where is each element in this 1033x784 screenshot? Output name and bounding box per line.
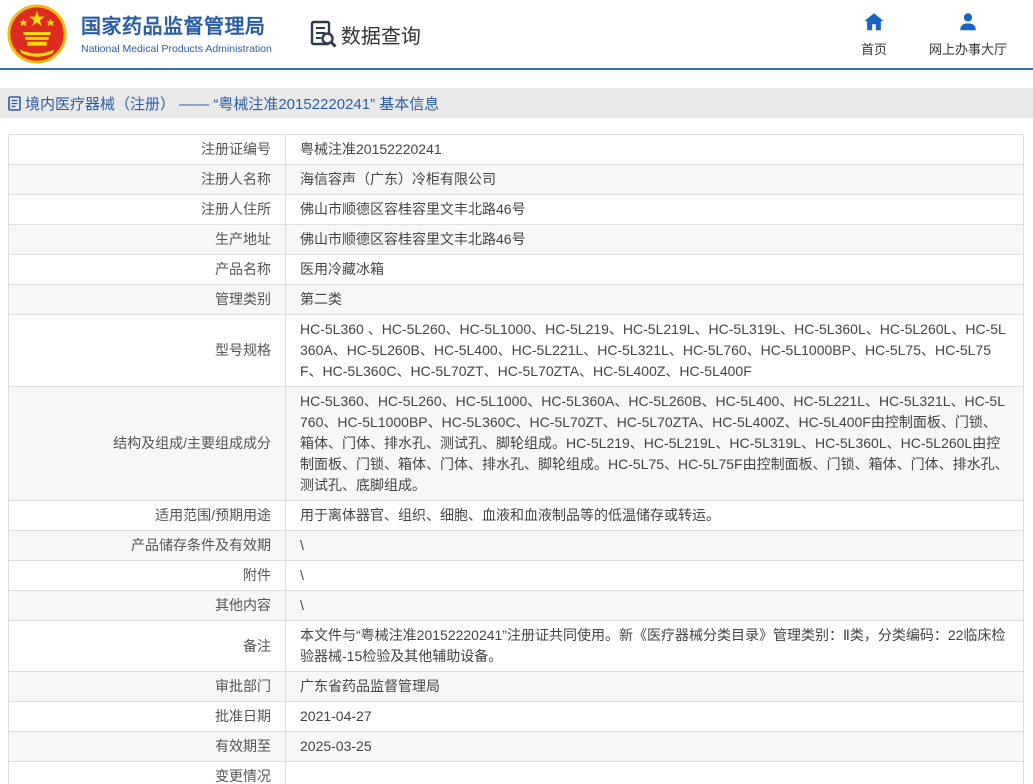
- breadcrumb-bar: 境内医疗器械（注册） —— “粤械注准20152220241” 基本信息: [0, 88, 1033, 118]
- row-label: 批准日期: [9, 702, 286, 732]
- table-row: 变更情况: [9, 762, 1024, 784]
- row-value: HC-5L360 、HC-5L260、HC-5L1000、HC-5L219、HC…: [286, 315, 1024, 387]
- site-logo[interactable]: 国家药品监督管理局 National Medical Products Admi…: [6, 3, 272, 65]
- row-value: \: [286, 531, 1024, 561]
- table-row: 附件\: [9, 561, 1024, 591]
- table-row: 注册人名称海信容声（广东）冷柜有限公司: [9, 165, 1024, 195]
- row-value: 海信容声（广东）冷柜有限公司: [286, 165, 1024, 195]
- document-search-icon: [310, 20, 337, 48]
- site-header: 国家药品监督管理局 National Medical Products Admi…: [0, 0, 1033, 70]
- row-label: 其他内容: [9, 591, 286, 621]
- table-row: 生产地址佛山市顺德区容桂容里文丰北路46号: [9, 225, 1024, 255]
- table-row: 备注本文件与“粤械注准20152220241”注册证共同使用。新《医疗器械分类目…: [9, 621, 1024, 672]
- row-value: \: [286, 561, 1024, 591]
- nav-item-home[interactable]: 首页: [861, 11, 887, 58]
- row-value: HC-5L360、HC-5L260、HC-5L1000、HC-5L360A、HC…: [286, 387, 1024, 501]
- row-value: 佛山市顺德区容桂容里文丰北路46号: [286, 195, 1024, 225]
- data-query-label: 数据查询: [341, 20, 421, 49]
- table-row: 批准日期2021-04-27: [9, 702, 1024, 732]
- nav-service-hall-label: 网上办事大厅: [929, 39, 1007, 58]
- brand-text: 国家药品监督管理局 National Medical Products Admi…: [81, 14, 272, 55]
- row-label: 附件: [9, 561, 286, 591]
- row-value: 2021-04-27: [286, 702, 1024, 732]
- table-row: 有效期至2025-03-25: [9, 732, 1024, 762]
- row-label: 备注: [9, 621, 286, 672]
- row-value: \: [286, 591, 1024, 621]
- row-label: 结构及组成/主要组成成分: [9, 387, 286, 501]
- row-value: 广东省药品监督管理局: [286, 672, 1024, 702]
- page-title: 境内医疗器械（注册） —— “粤械注准20152220241” 基本信息: [25, 93, 439, 114]
- row-value: 第二类: [286, 285, 1024, 315]
- row-label: 适用范围/预期用途: [9, 501, 286, 531]
- row-value: 粤械注准20152220241: [286, 135, 1024, 165]
- person-icon: [957, 11, 979, 33]
- row-label: 变更情况: [9, 762, 286, 784]
- national-emblem-icon: [6, 3, 68, 65]
- row-label: 有效期至: [9, 732, 286, 762]
- nav-home-label: 首页: [861, 39, 887, 58]
- row-label: 注册证编号: [9, 135, 286, 165]
- site-subtitle: National Medical Products Administration: [81, 43, 272, 55]
- row-label: 注册人名称: [9, 165, 286, 195]
- table-row: 管理类别第二类: [9, 285, 1024, 315]
- row-label: 管理类别: [9, 285, 286, 315]
- registration-info-table: 注册证编号粤械注准20152220241 注册人名称海信容声（广东）冷柜有限公司…: [8, 134, 1024, 784]
- nav-item-service-hall[interactable]: 网上办事大厅: [929, 11, 1007, 58]
- row-label: 产品储存条件及有效期: [9, 531, 286, 561]
- row-label: 型号规格: [9, 315, 286, 387]
- row-label: 审批部门: [9, 672, 286, 702]
- row-value: 医用冷藏冰箱: [286, 255, 1024, 285]
- row-value: [286, 762, 1024, 784]
- row-value: 2025-03-25: [286, 732, 1024, 762]
- table-row: 结构及组成/主要组成成分HC-5L360、HC-5L260、HC-5L1000、…: [9, 387, 1024, 501]
- row-label: 产品名称: [9, 255, 286, 285]
- table-row: 注册人住所佛山市顺德区容桂容里文丰北路46号: [9, 195, 1024, 225]
- row-value: 本文件与“粤械注准20152220241”注册证共同使用。新《医疗器械分类目录》…: [286, 621, 1024, 672]
- row-value: 用于离体器官、组织、细胞、血液和血液制品等的低温储存或转运。: [286, 501, 1024, 531]
- table-row: 产品名称医用冷藏冰箱: [9, 255, 1024, 285]
- row-label: 生产地址: [9, 225, 286, 255]
- row-label: 注册人住所: [9, 195, 286, 225]
- table-row: 其他内容\: [9, 591, 1024, 621]
- table-row: 审批部门广东省药品监督管理局: [9, 672, 1024, 702]
- data-query-nav[interactable]: 数据查询: [310, 20, 421, 49]
- home-icon: [863, 11, 885, 33]
- document-icon: [8, 96, 21, 111]
- table-row: 型号规格HC-5L360 、HC-5L260、HC-5L1000、HC-5L21…: [9, 315, 1024, 387]
- table-row: 产品储存条件及有效期\: [9, 531, 1024, 561]
- site-title: 国家药品监督管理局: [81, 14, 272, 40]
- table-row: 适用范围/预期用途用于离体器官、组织、细胞、血液和血液制品等的低温储存或转运。: [9, 501, 1024, 531]
- row-value: 佛山市顺德区容桂容里文丰北路46号: [286, 225, 1024, 255]
- table-row: 注册证编号粤械注准20152220241: [9, 135, 1024, 165]
- top-nav: 首页 网上办事大厅: [861, 11, 1007, 58]
